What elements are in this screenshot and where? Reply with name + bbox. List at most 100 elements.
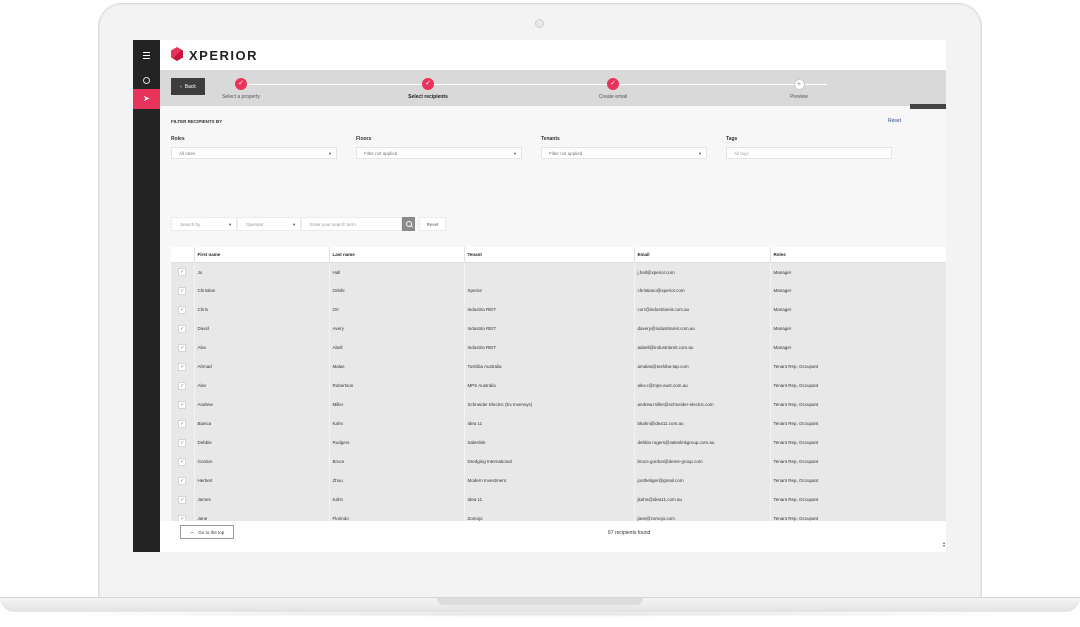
search-by-select[interactable]: Search by ▼	[171, 217, 237, 231]
cell-email: bruce.gordon@deme-group.com	[634, 452, 771, 471]
recipients-table: First name Last name Tenant Email Roles …	[171, 247, 946, 521]
cell-tenant: Zomojo	[464, 509, 635, 521]
row-checkbox-cell: ✓	[171, 433, 195, 452]
tenants-select[interactable]: Filter not applied ▼	[541, 147, 707, 159]
table-row[interactable]: ✓ Gordon Bruce Dredging International bruce.…	[171, 452, 946, 471]
cell-last-name: Hall	[329, 262, 465, 281]
table-row[interactable]: ✓ David Avery Industria REIT davery@industri…	[171, 319, 946, 338]
column-header-tenant[interactable]: Tenant	[464, 247, 635, 263]
tenants-select-value: Filter not applied	[549, 151, 583, 156]
roles-select[interactable]: All roles ▼	[171, 147, 337, 159]
step-select-property[interactable]: ✓ Select a property	[191, 78, 291, 100]
cell-last-name: Miller	[329, 395, 465, 414]
roles-label: Roles	[171, 136, 185, 142]
table-row[interactable]: ✓ James Kahn Idea 11 jkahn@idea11.com.au Tena…	[171, 490, 946, 509]
row-checkbox[interactable]: ✓	[178, 400, 187, 409]
row-checkbox-cell: ✓	[171, 509, 195, 521]
tags-input-placeholder: All tags	[734, 151, 749, 156]
sidebar-menu-button[interactable]	[133, 45, 160, 65]
row-checkbox[interactable]: ✓	[178, 286, 187, 295]
go-to-top-button[interactable]: ︿ Go to the top	[180, 525, 234, 539]
table-row[interactable]: ✓ Jane Florindo Zomojo jane@zomojo.com Tenant…	[171, 509, 946, 521]
row-checkbox[interactable]: ✓	[178, 419, 187, 428]
user-icon	[143, 76, 150, 84]
search-icon	[405, 221, 412, 227]
column-header-roles[interactable]: Roles	[770, 247, 946, 263]
table-row[interactable]: ✓ Jo Hall j.hall@xperior.com Manager	[171, 262, 946, 281]
cell-roles: Manager	[770, 300, 946, 319]
cell-email: amalas@toshiba-tap.com	[634, 357, 771, 376]
cell-email: bkahn@idea11.com.au	[634, 414, 771, 433]
floors-select[interactable]: Filter not applied ▼	[356, 147, 522, 159]
cell-last-name: Avery	[329, 319, 465, 338]
scroll-arrows-icon[interactable]: ▴ ▾	[943, 541, 945, 548]
cell-roles: Tenant Rep, Occupant	[770, 433, 946, 452]
cell-last-name: Florindo	[329, 509, 465, 521]
caret-down-icon: ▼	[292, 222, 296, 227]
step-label: Create email	[598, 94, 628, 100]
cell-roles: Tenant Rep, Occupant	[770, 490, 946, 509]
table-row[interactable]: ✓ Andrew Miller Schneider Electric (Ex Inve…	[171, 395, 946, 414]
top-bar: XPERIOR	[160, 40, 946, 70]
step-select-recipients[interactable]: ✓ Select recipients	[378, 78, 478, 100]
sidebar-send-button[interactable]: ➤	[133, 89, 160, 109]
main-area: XPERIOR ‹ Back ✓ Select a property ✓ Sel…	[160, 40, 946, 552]
cell-roles: Tenant Rep, Occupant	[770, 357, 946, 376]
column-header-email[interactable]: Email	[634, 247, 771, 263]
cell-tenant: Idea 11	[464, 414, 635, 433]
cell-first-name: David	[194, 319, 330, 338]
cell-first-name: Alex	[194, 376, 330, 395]
row-checkbox[interactable]: ✓	[178, 438, 187, 447]
cell-roles: Tenant Rep, Occupant	[770, 395, 946, 414]
row-checkbox[interactable]: ✓	[178, 324, 187, 333]
plus-icon: +	[793, 79, 805, 90]
cell-last-name: Orlebi	[329, 281, 465, 300]
filter-reset-link[interactable]: Reset	[888, 118, 901, 124]
footer-bar: ︿ Go to the top 67 recipients found ▴ ▾	[160, 521, 946, 552]
table-row[interactable]: ✓ Chris Orr Industria REIT corr@industriarei…	[171, 300, 946, 319]
cell-last-name: Kahn	[329, 490, 465, 509]
tags-input[interactable]: All tags	[726, 147, 892, 159]
row-checkbox-cell: ✓	[171, 319, 195, 338]
step-preview[interactable]: + Preview	[749, 78, 849, 100]
column-header-first-name[interactable]: First name	[194, 247, 330, 263]
laptop-shadow	[30, 611, 1050, 617]
table-row[interactable]: ✓ Bianca Kahn Idea 11 bkahn@idea11.com.au Ten…	[171, 414, 946, 433]
step-create-email[interactable]: ✓ Create email	[563, 78, 663, 100]
table-row[interactable]: ✓ Christian Orlebi Xperior christiano@xperio…	[171, 281, 946, 300]
cell-first-name: Bianca	[194, 414, 330, 433]
row-checkbox-cell: ✓	[171, 338, 195, 357]
search-input-placeholder: Enter your search term	[310, 222, 356, 227]
cell-email: corr@industriareit.com.au	[634, 300, 771, 319]
table-row[interactable]: ✓ Debbie Rodgers Saleslink debbie.rogers@sal…	[171, 433, 946, 452]
sidebar-user-button[interactable]	[133, 70, 160, 90]
row-checkbox-cell: ✓	[171, 262, 195, 281]
cell-first-name: Alex	[194, 338, 330, 357]
search-input[interactable]: Enter your search term	[301, 217, 402, 231]
check-icon: ✓	[235, 78, 247, 90]
row-checkbox[interactable]: ✓	[178, 476, 187, 485]
search-button[interactable]	[402, 217, 415, 231]
search-reset-button[interactable]: Reset	[419, 217, 446, 231]
table-body: ✓ Jo Hall j.hall@xperior.com Manager ✓ Christi…	[171, 262, 946, 521]
row-checkbox[interactable]: ✓	[178, 362, 187, 371]
recipients-found-count: 67 recipients found	[608, 530, 651, 536]
row-checkbox[interactable]: ✓	[178, 268, 187, 276]
cell-roles: Manager	[770, 281, 946, 300]
roles-select-value: All roles	[179, 151, 196, 156]
cell-email: j.hall@xperior.com	[634, 262, 771, 281]
operator-select[interactable]: Operator ▼	[237, 217, 301, 231]
column-header-last-name[interactable]: Last name	[329, 247, 465, 263]
row-checkbox[interactable]: ✓	[178, 305, 187, 314]
row-checkbox[interactable]: ✓	[178, 457, 187, 466]
row-checkbox[interactable]: ✓	[178, 343, 187, 352]
table-row[interactable]: ✓ Alex Abell Industria REIT aabell@industria…	[171, 338, 946, 357]
row-checkbox[interactable]: ✓	[178, 381, 187, 390]
row-checkbox[interactable]: ✓	[178, 495, 187, 504]
cell-last-name: Bruce	[329, 452, 465, 471]
table-row[interactable]: ✓ Ahmad Malas Toshiba Australia amalas@toshi…	[171, 357, 946, 376]
table-row[interactable]: ✓ Herbert Zhou Modern Investment joothetiger…	[171, 471, 946, 490]
table-row[interactable]: ✓ Alex Robertson MPS Australia alex.r@mps-au…	[171, 376, 946, 395]
row-checkbox-cell: ✓	[171, 376, 195, 395]
cell-email: aabell@industriareit.com.au	[634, 338, 771, 357]
